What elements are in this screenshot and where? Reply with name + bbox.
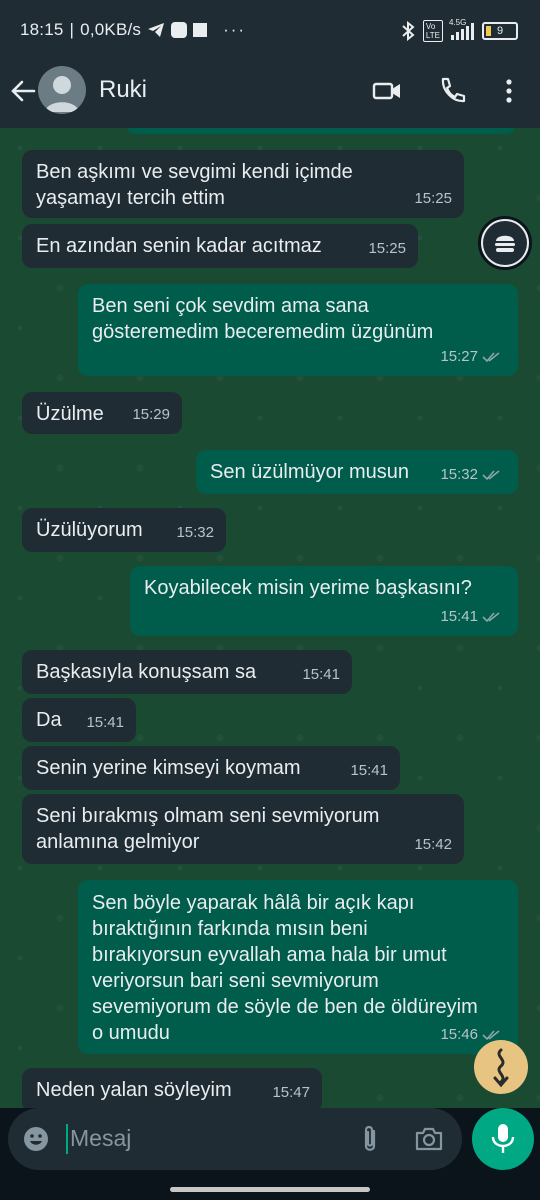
message-text: Üzülme bbox=[36, 403, 104, 425]
message-meta: 15:27 bbox=[440, 344, 500, 370]
message-outgoing[interactable]: Ben seni çok sevdim ama sana gösteremedi… bbox=[78, 284, 518, 376]
message-outgoing[interactable]: Sen böyle yaparak hâlâ bir açık kapı bır… bbox=[78, 880, 518, 1054]
message-text: Sen üzülmüyor musun bbox=[210, 461, 409, 483]
camera-icon[interactable] bbox=[414, 1125, 444, 1153]
voice-call-icon[interactable] bbox=[437, 76, 467, 106]
status-right: Vo LTE 4.5G 9 bbox=[401, 18, 518, 42]
floating-burger-button[interactable] bbox=[478, 216, 532, 270]
battery-icon: 9 bbox=[482, 22, 518, 40]
volte-icon: Vo LTE bbox=[422, 20, 443, 42]
message-time: 15:47 bbox=[272, 1084, 310, 1101]
message-time: 15:46 bbox=[440, 1026, 478, 1043]
floating-assistant-button[interactable] bbox=[474, 1040, 528, 1094]
message-time: 15:29 bbox=[132, 406, 170, 423]
attach-icon[interactable] bbox=[358, 1123, 382, 1155]
avatar[interactable] bbox=[38, 66, 86, 114]
square-notification-icon bbox=[193, 23, 208, 37]
message-text: Üzülüyorum bbox=[36, 519, 143, 541]
message-incoming[interactable]: Üzülüyorum 15:32 bbox=[22, 508, 226, 552]
message-text: Neden yalan söyleyim bbox=[36, 1079, 232, 1101]
double-check-icon bbox=[482, 352, 500, 363]
message-text: Seni bırakmış olmam seni sevmiyorum anla… bbox=[36, 805, 380, 853]
message-time: 15:32 bbox=[176, 524, 214, 541]
message-time: 15:32 bbox=[440, 466, 478, 483]
contact-name[interactable]: Ruki bbox=[99, 76, 147, 104]
message-text: Ben seni çok sevdim ama sana gösteremedi… bbox=[92, 295, 434, 343]
message-outgoing[interactable]: Koyabilecek misin yerime başkasını? 15:4… bbox=[130, 566, 518, 636]
gesture-navigation-bar[interactable] bbox=[170, 1187, 370, 1192]
bluetooth-icon bbox=[402, 21, 415, 41]
status-speed: 0,0KB/s bbox=[80, 20, 142, 39]
double-check-icon bbox=[482, 470, 500, 481]
telegram-icon bbox=[148, 23, 165, 37]
message-time: 15:27 bbox=[440, 348, 478, 365]
message-incoming[interactable]: Neden yalan söyleyim 15:47 bbox=[22, 1068, 322, 1108]
status-bar: 18:15 | 0,0KB/s ··· Vo LTE 4.5G 9 bbox=[0, 0, 540, 60]
message-outgoing[interactable]: Sen üzülmüyor musun 15:32 bbox=[196, 450, 518, 494]
message-time: 15:41 bbox=[302, 666, 340, 683]
app-notification-icon bbox=[171, 22, 188, 38]
message-time: 15:41 bbox=[440, 608, 478, 625]
message-meta: 15:32 bbox=[440, 462, 500, 488]
battery-level: 9 bbox=[496, 25, 504, 37]
status-left: 18:15 | 0,0KB/s ··· bbox=[20, 20, 246, 40]
more-notifications-icon: ··· bbox=[223, 20, 247, 39]
message-incoming[interactable]: Da 15:41 bbox=[22, 698, 136, 742]
chat-area[interactable]: Ben aşkımı ve sevgimi kendi içimde yaşam… bbox=[0, 128, 540, 1108]
message-meta: 15:41 bbox=[440, 604, 500, 630]
emoji-icon[interactable] bbox=[22, 1125, 50, 1153]
burger-icon bbox=[483, 221, 527, 265]
composer-bar: Mesaj bbox=[0, 1108, 540, 1200]
message-incoming[interactable]: Başkasıyla konuşsam sa 15:41 bbox=[22, 650, 352, 694]
double-check-icon bbox=[482, 612, 500, 623]
message-text: En azından senin kadar acıtmaz bbox=[36, 235, 322, 257]
status-separator: | bbox=[69, 20, 75, 39]
more-options-icon[interactable] bbox=[496, 76, 522, 106]
message-text: Da bbox=[36, 709, 62, 731]
message-incoming[interactable]: Üzülme 15:29 bbox=[22, 392, 182, 434]
message-incoming[interactable]: Senin yerine kimseyi koymam 15:41 bbox=[22, 746, 400, 790]
message-incoming[interactable]: Ben aşkımı ve sevgimi kendi içimde yaşam… bbox=[22, 150, 464, 218]
voice-record-button[interactable] bbox=[472, 1108, 534, 1170]
squiggle-arrow-icon bbox=[493, 1048, 509, 1088]
message-time: 15:25 bbox=[368, 240, 406, 257]
signal-icon: 4.5G bbox=[449, 18, 474, 40]
network-type: 4.5G bbox=[449, 18, 467, 27]
message-incoming[interactable]: En azından senin kadar acıtmaz 15:25 bbox=[22, 224, 418, 268]
message-incoming[interactable]: Seni bırakmış olmam seni sevmiyorum anla… bbox=[22, 794, 464, 864]
partial-message-top bbox=[126, 128, 516, 134]
microphone-icon bbox=[491, 1124, 515, 1153]
text-cursor bbox=[66, 1124, 68, 1154]
video-call-icon[interactable] bbox=[372, 76, 402, 106]
message-input-container[interactable]: Mesaj bbox=[8, 1108, 462, 1170]
default-avatar-icon bbox=[45, 76, 79, 112]
status-time: 18:15 bbox=[20, 20, 64, 39]
chat-header: Ruki bbox=[0, 60, 540, 128]
message-time: 15:41 bbox=[350, 762, 388, 779]
message-text: Koyabilecek misin yerime başkasını? bbox=[144, 577, 472, 599]
message-time: 15:25 bbox=[414, 190, 452, 207]
message-text: Sen böyle yaparak hâlâ bir açık kapı bır… bbox=[92, 892, 478, 1044]
message-text: Senin yerine kimseyi koymam bbox=[36, 757, 301, 779]
message-text: Ben aşkımı ve sevgimi kendi içimde yaşam… bbox=[36, 161, 353, 209]
message-text: Başkasıyla konuşsam sa bbox=[36, 661, 257, 683]
message-input[interactable]: Mesaj bbox=[70, 1125, 131, 1152]
message-time: 15:42 bbox=[414, 836, 452, 853]
message-time: 15:41 bbox=[86, 714, 124, 731]
back-arrow-icon[interactable] bbox=[8, 76, 38, 106]
